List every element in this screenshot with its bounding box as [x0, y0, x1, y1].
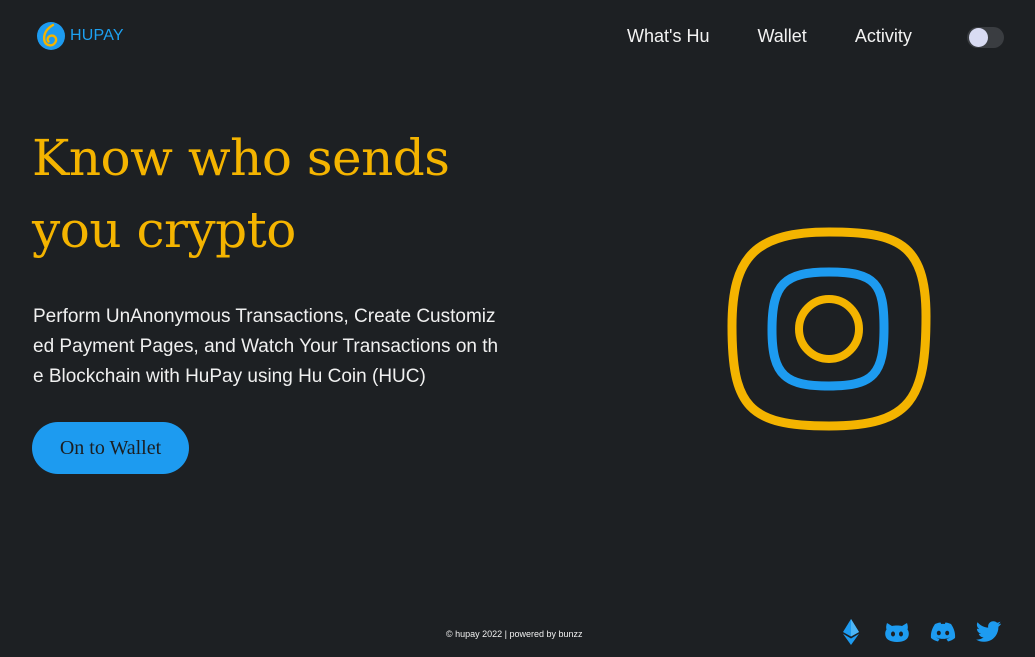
page: HUPAY What's Hu Wallet Activity Know who… [0, 0, 1035, 657]
on-to-wallet-button[interactable]: On to Wallet [32, 422, 189, 474]
social-links [836, 619, 1004, 645]
discord-link[interactable] [928, 619, 958, 645]
nav-item-whats-hu[interactable]: What's Hu [627, 26, 709, 47]
toggle-knob [969, 28, 988, 47]
theme-toggle[interactable] [967, 27, 1004, 48]
logo[interactable]: HUPAY [36, 21, 124, 51]
twitter-link[interactable] [974, 619, 1004, 645]
hero-title-line-2: you crypto [32, 201, 296, 259]
hero-title: Know who sends you crypto [32, 122, 512, 266]
hero-subtitle: Perform UnAnonymous Transactions, Create… [33, 306, 499, 387]
twitter-icon [976, 621, 1001, 642]
footer-copyright: © hupay 2022 | powered by bunzz [446, 629, 583, 639]
github-icon [885, 623, 909, 642]
logo-text: HUPAY [70, 27, 124, 44]
hero-title-line-1: Know who sends [32, 129, 450, 187]
hupay-rings-graphic [727, 227, 931, 431]
nav-item-activity[interactable]: Activity [855, 26, 912, 47]
discord-icon [930, 622, 956, 642]
ethereum-link[interactable] [836, 619, 866, 645]
hupay-logo-icon [37, 22, 65, 50]
ethereum-icon [843, 619, 859, 645]
main-nav: What's Hu Wallet Activity [627, 26, 960, 47]
nav-item-wallet[interactable]: Wallet [757, 26, 806, 47]
github-link[interactable] [882, 619, 912, 645]
